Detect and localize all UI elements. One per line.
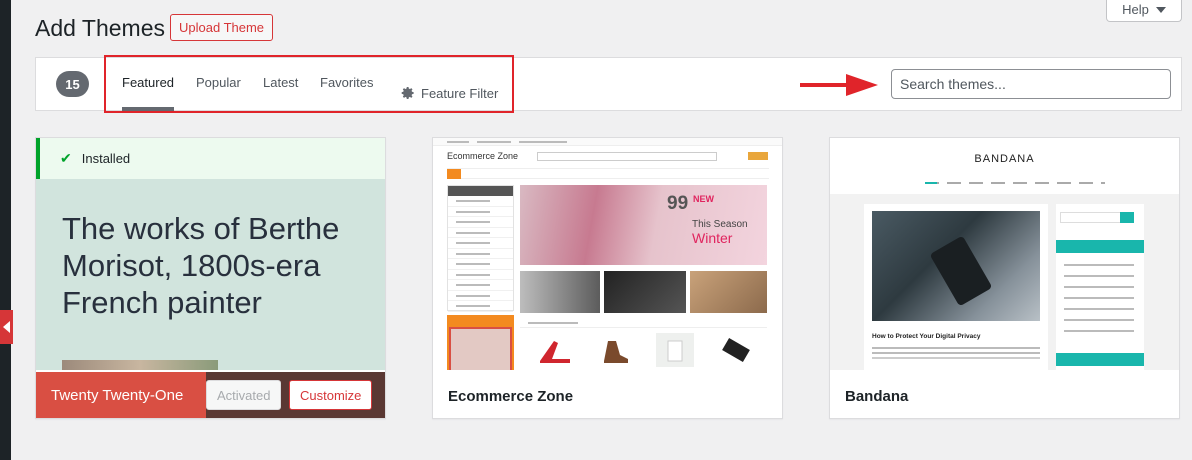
preview-product — [716, 333, 754, 367]
theme-card-bandana[interactable]: BANDANA How to Protect Your Digital Priv… — [829, 137, 1180, 419]
theme-card-ecommerce-zone[interactable]: Ecommerce Zone 99 NEW This Season Winter… — [432, 137, 783, 419]
preview-sale-banner — [447, 315, 514, 370]
preview-product — [656, 333, 694, 367]
theme-card-twenty-twenty-one[interactable]: The works of Berthe Morisot, 1800s-era F… — [35, 137, 386, 419]
theme-name: Bandana — [845, 388, 909, 405]
tabs-highlight-box — [104, 55, 514, 113]
preview-nav — [925, 182, 1105, 184]
preview-post: How to Protect Your Digital Privacy — [864, 204, 1048, 370]
caret-down-icon — [1155, 6, 1166, 13]
help-label: Help — [1122, 2, 1149, 17]
preview-nav — [447, 168, 769, 179]
preview-site-title: BANDANA — [974, 153, 1035, 165]
preview-sidebar — [1056, 204, 1144, 370]
hero-big: Winter — [692, 230, 733, 246]
preview-tile — [690, 271, 767, 313]
preview-cart — [748, 152, 768, 160]
preview-logo: Ecommerce Zone — [447, 151, 519, 161]
preview-headline: The works of Berthe Morisot, 1800s-era F… — [62, 211, 340, 320]
red-arrow-annotation — [800, 74, 878, 96]
preview-topbar — [433, 138, 782, 146]
theme-name: Twenty Twenty-One — [36, 372, 206, 418]
theme-screenshot[interactable]: Ecommerce Zone 99 NEW This Season Winter — [433, 138, 782, 370]
preview-search — [537, 152, 717, 161]
collapse-menu-tab[interactable] — [0, 310, 13, 344]
installed-notice: ✔ Installed — [36, 138, 385, 179]
preview-category-list — [447, 185, 514, 312]
help-button[interactable]: Help — [1106, 0, 1182, 22]
theme-count-badge: 15 — [56, 71, 89, 97]
theme-screenshot[interactable]: BANDANA How to Protect Your Digital Priv… — [830, 138, 1179, 370]
search-themes-input[interactable] — [891, 69, 1171, 99]
preview-post-text — [872, 347, 1040, 349]
checkmark-icon: ✔ — [60, 150, 72, 166]
preview-tile — [604, 271, 686, 313]
preview-featured-header — [520, 318, 767, 328]
preview-post-image — [872, 211, 1040, 321]
activated-button: Activated — [206, 380, 282, 410]
page-title: Add Themes — [35, 15, 165, 41]
theme-name: Ecommerce Zone — [448, 388, 574, 405]
customize-button[interactable]: Customize — [289, 380, 373, 410]
active-theme-bar: Twenty Twenty-One Activated Customize — [36, 372, 385, 418]
preview-image — [62, 360, 218, 370]
preview-product — [536, 333, 574, 367]
hero-new: NEW — [693, 194, 714, 204]
preview-post-title: How to Protect Your Digital Privacy — [872, 333, 981, 340]
installed-label: Installed — [81, 151, 131, 166]
hero-number: 99 — [667, 193, 689, 214]
admin-sidebar-edge — [0, 0, 11, 460]
preview-product — [596, 333, 634, 367]
preview-hero-banner: 99 NEW This Season Winter — [520, 185, 767, 265]
upload-theme-button[interactable]: Upload Theme — [170, 14, 274, 41]
hero-line: This Season — [692, 219, 748, 230]
preview-tile — [520, 271, 600, 313]
